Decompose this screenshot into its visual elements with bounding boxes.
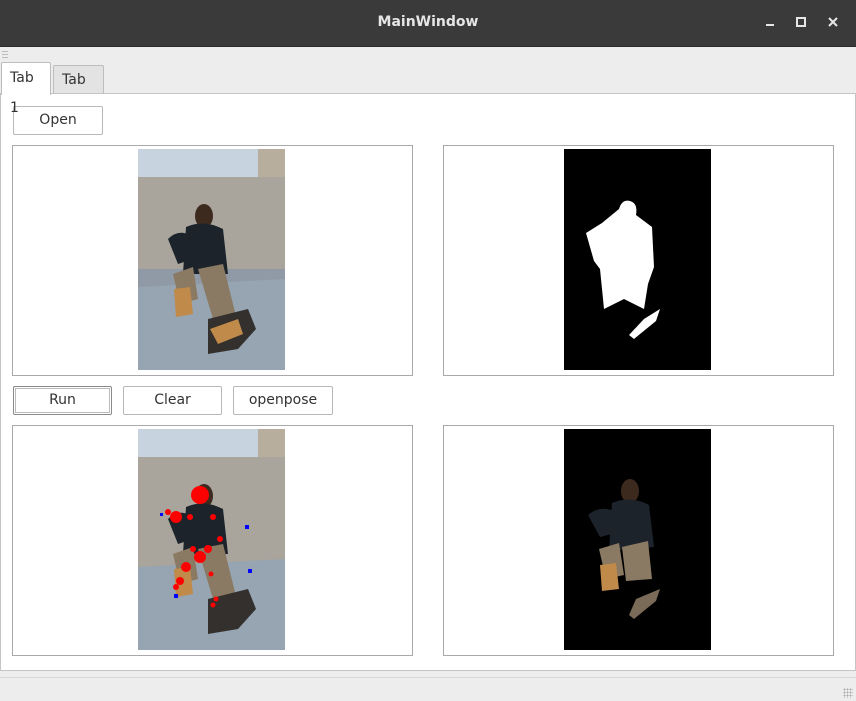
mask-image-view: [443, 145, 834, 376]
original-photo: [138, 149, 285, 370]
segmented-image-view: [443, 425, 834, 656]
status-bar: [0, 677, 856, 701]
original-image-view: [12, 145, 413, 376]
tab-1[interactable]: Tab 1: [1, 62, 51, 116]
openpose-button[interactable]: openpose: [233, 386, 333, 415]
mask-image: [564, 149, 711, 370]
main-window: MainWindow Tab 1 Tab 2 Open: [0, 0, 856, 701]
tab-panel: Open Run Clear openpose: [0, 93, 856, 671]
open-button[interactable]: Open: [13, 106, 103, 135]
window-title: MainWindow: [377, 14, 479, 30]
run-button[interactable]: Run: [13, 386, 112, 415]
minimize-button[interactable]: [760, 12, 780, 32]
keypoints-image-view: [12, 425, 413, 656]
minimize-icon: [766, 24, 774, 26]
close-icon: [828, 17, 838, 27]
toolbar-handle[interactable]: [2, 51, 8, 59]
resize-grip[interactable]: [843, 688, 853, 698]
maximize-button[interactable]: [791, 12, 811, 32]
tab-2[interactable]: Tab 2: [53, 65, 104, 116]
title-bar[interactable]: MainWindow: [0, 0, 856, 47]
segmented-photo: [564, 429, 711, 650]
maximize-icon: [796, 17, 806, 27]
keypoints-photo: [138, 429, 285, 650]
clear-button[interactable]: Clear: [123, 386, 222, 415]
close-button[interactable]: [823, 12, 843, 32]
